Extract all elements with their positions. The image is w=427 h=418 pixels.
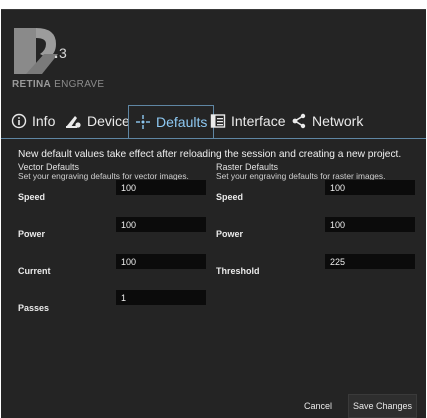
info-icon [11,113,27,129]
vector-passes-label: Passes [18,303,50,313]
tab-network-label: Network [312,113,364,129]
crosshair-icon [136,115,150,129]
interface-icon [210,114,226,128]
svg-text:3: 3 [59,45,67,61]
defaults-notice: New default values take effect after rel… [18,149,402,160]
vector-power-input[interactable] [116,217,206,232]
raster-speed-input[interactable] [325,180,415,195]
tab-defaults[interactable]: Defaults [128,105,215,138]
tab-interface-label: Interface [231,113,286,129]
svg-text:.: . [54,45,58,62]
tab-device[interactable]: Device [64,105,130,137]
raster-speed-label: Speed [216,192,244,202]
vector-passes-input[interactable] [116,290,206,305]
vector-speed-label: Speed [18,192,46,202]
vector-power-label: Power [18,229,46,239]
raster-threshold-input[interactable] [325,254,415,269]
tab-info-label: Info [32,113,56,129]
brand-name-light: ENGRAVE [51,79,105,90]
share-icon [292,113,306,129]
tab-interface[interactable]: Interface [210,105,285,137]
brand-name-bold: RETINA [12,79,52,90]
raster-power-label: Power [216,229,244,239]
retina-engrave-logo: . 3 [12,24,72,78]
tab-divider [1,138,426,139]
raster-threshold-label: Threshold [216,266,260,276]
raster-power-input[interactable] [325,217,415,232]
tab-device-label: Device [87,113,130,129]
tab-defaults-label: Defaults [156,114,208,130]
cancel-button[interactable]: Cancel [295,394,341,418]
device-icon [66,116,81,128]
tab-bar: Info Device Defaults Interface Network [1,105,426,139]
logo-mark-icon: . 3 [14,28,67,74]
settings-dialog: . 3 RETINA ENGRAVE Info Device Defaults … [1,9,426,418]
tab-info[interactable]: Info [11,105,55,137]
vector-current-input[interactable] [116,254,206,269]
save-changes-button[interactable]: Save Changes [348,394,417,418]
vector-speed-input[interactable] [116,180,206,195]
tab-network[interactable]: Network [291,105,363,137]
brand-name: RETINA ENGRAVE [12,79,104,90]
vector-current-label: Current [18,266,51,276]
